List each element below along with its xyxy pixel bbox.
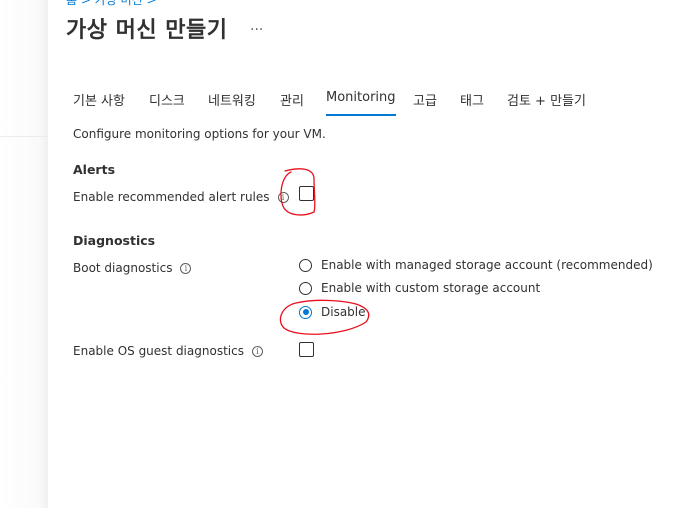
radio-label: Enable with custom storage account bbox=[321, 281, 541, 295]
info-icon[interactable]: i bbox=[251, 345, 263, 357]
tab-advanced[interactable]: 고급 bbox=[413, 90, 437, 114]
tab-description: Configure monitoring options for your VM… bbox=[73, 127, 326, 141]
info-icon[interactable]: i bbox=[277, 191, 289, 203]
radio-button-selected[interactable] bbox=[299, 305, 312, 319]
alert-rules-label: Enable recommended alert rules i bbox=[73, 190, 289, 204]
radio-label: Enable with managed storage account (rec… bbox=[321, 258, 653, 272]
os-guest-diagnostics-label-text: Enable OS guest diagnostics bbox=[73, 344, 244, 358]
boot-diagnostics-option-disable[interactable]: Disable bbox=[299, 305, 366, 319]
boot-diagnostics-label-text: Boot diagnostics bbox=[73, 261, 173, 275]
left-panel-edge bbox=[0, 0, 48, 508]
boot-diagnostics-label: Boot diagnostics i bbox=[73, 261, 192, 275]
tab-tags[interactable]: 태그 bbox=[460, 90, 484, 114]
annotation-overlay bbox=[279, 168, 370, 335]
left-panel-divider bbox=[0, 136, 48, 137]
radio-button[interactable] bbox=[299, 281, 312, 295]
radio-label: Disable bbox=[321, 305, 366, 319]
tab-basics[interactable]: 기본 사항 bbox=[73, 90, 125, 114]
info-icon[interactable]: i bbox=[180, 262, 192, 274]
tab-monitoring[interactable]: Monitoring bbox=[326, 90, 396, 116]
tab-networking[interactable]: 네트워킹 bbox=[208, 90, 256, 114]
page-title: 가상 머신 만들기 bbox=[66, 18, 228, 43]
alert-rules-checkbox[interactable] bbox=[299, 186, 314, 201]
tab-disks[interactable]: 디스크 bbox=[149, 90, 185, 114]
alerts-heading: Alerts bbox=[73, 162, 116, 177]
alert-rules-label-text: Enable recommended alert rules bbox=[73, 190, 270, 204]
tab-review-create[interactable]: 검토 + 만들기 bbox=[507, 90, 586, 114]
tab-management[interactable]: 관리 bbox=[280, 90, 304, 114]
boot-diagnostics-option-managed[interactable]: Enable with managed storage account (rec… bbox=[299, 258, 653, 272]
os-guest-diagnostics-label: Enable OS guest diagnostics i bbox=[73, 344, 263, 358]
breadcrumb[interactable]: 홈 > 가상 머신 > bbox=[66, 0, 157, 8]
radio-button[interactable] bbox=[299, 258, 312, 272]
os-guest-diagnostics-checkbox[interactable] bbox=[299, 342, 314, 357]
boot-diagnostics-option-custom[interactable]: Enable with custom storage account bbox=[299, 281, 540, 295]
more-options-button[interactable]: ... bbox=[250, 18, 263, 34]
diagnostics-heading: Diagnostics bbox=[73, 233, 156, 248]
